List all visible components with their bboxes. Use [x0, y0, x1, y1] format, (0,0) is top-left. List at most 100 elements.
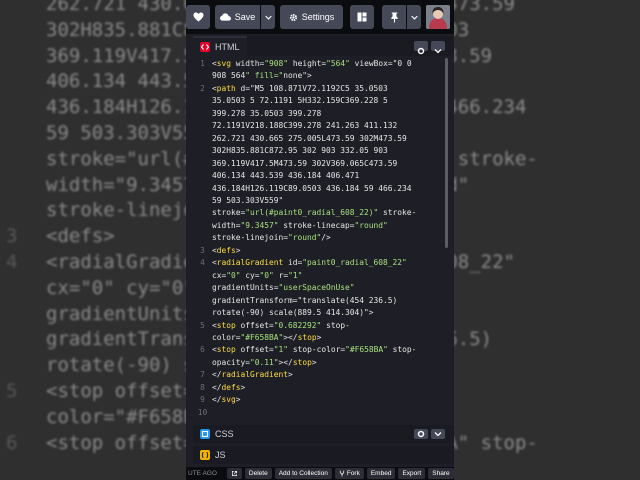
code-text: 399.278 35.0503 399.278 [212, 108, 322, 118]
code-line[interactable]: cx="0" cy="0" r="1" [193, 270, 445, 282]
css-editor-header[interactable]: CSS [193, 425, 454, 443]
code-line[interactable]: 59 503.303V559" [193, 195, 445, 207]
top-toolbar: Save Settings [186, 0, 454, 34]
save-label: Save [234, 12, 256, 22]
save-button[interactable]: Save [215, 5, 260, 29]
code-text: 436.184H126.119C89.0503 436.184 59 466.2… [212, 183, 412, 193]
code-line[interactable]: 262.721 430.665 275.005L473.59 302M473.5… [193, 133, 445, 145]
code-line[interactable]: width="9.3457" stroke-linecap="round" [193, 220, 445, 232]
code-line[interactable]: 1 <svg width="908" height="564" viewBox="… [193, 58, 445, 70]
avatar[interactable] [426, 5, 450, 29]
cloud-icon [219, 13, 231, 21]
code-line[interactable]: opacity="0.11"></stop> [193, 357, 445, 369]
code-line[interactable]: 72.1191V218.188C399.278 241.263 411.132 [193, 120, 445, 132]
chevron-down-icon [434, 49, 442, 54]
css-tab-label: CSS [215, 429, 234, 439]
code-line[interactable]: 5 <stop offset="0.682292" stop- [193, 320, 445, 332]
code-text: color="#F658BA"></stop> [212, 332, 322, 342]
code-line[interactable]: gradientUnits="userSpaceOnUse" [193, 282, 445, 294]
background-line-number: 4 [6, 250, 18, 273]
code-line[interactable]: 9 </svg> [193, 394, 445, 406]
layout-button[interactable] [350, 5, 374, 29]
tab-html[interactable]: HTML [193, 36, 247, 56]
settings-label: Settings [301, 12, 335, 22]
code-line[interactable]: 436.184H126.119C89.0503 436.184 59 466.2… [193, 183, 445, 195]
line-number [193, 307, 212, 319]
codepen-editor-panel: Save Settings HTML 1 <svg width="908" he… [186, 0, 454, 480]
code-text: 908 564" fill="none"> [212, 71, 312, 81]
code-text: <svg width="908" height="564" viewBox="0… [212, 59, 412, 68]
code-text: width="9.3457" stroke-linecap="round" [212, 220, 388, 230]
code-line[interactable]: 4 <radialGradient id="paint0_radial_608_2… [193, 257, 445, 269]
code-text: 406.134 443.539 436.184 406.471 [212, 171, 360, 181]
code-text: gradientTransform="translate(454 236.5) [212, 295, 398, 305]
code-text: opacity="0.11"></stop> [212, 357, 317, 367]
delete-button[interactable]: Delete [244, 468, 272, 479]
pin-button[interactable] [382, 5, 406, 29]
code-text: </svg> [212, 395, 241, 405]
export-button[interactable]: Export [398, 468, 426, 479]
code-line[interactable]: 35.0503 5 72.1191 5H332.159C369.228 5 [193, 95, 445, 107]
code-line[interactable]: 3 <defs> [193, 245, 445, 257]
code-line[interactable]: 302H835.881C872.95 302 903 332.05 903 [193, 145, 445, 157]
code-line[interactable]: 369.119V417.5M473.59 302V369.065C473.59 [193, 158, 445, 170]
code-text: 72.1191V218.188C399.278 241.263 411.132 [212, 121, 398, 131]
js-icon [200, 450, 210, 460]
code-line[interactable]: 2 <path d="M5 108.871V72.1192C5 35.0503 [193, 83, 445, 95]
line-number [193, 357, 212, 369]
settings-button[interactable]: Settings [280, 5, 343, 29]
external-link-button[interactable] [226, 468, 242, 479]
css-settings-button[interactable] [414, 429, 428, 439]
last-saved-text: UTE AGO [188, 470, 217, 477]
code-line[interactable]: 10 [193, 407, 445, 419]
line-number [193, 158, 212, 170]
code-line[interactable]: 7 </radialGradient> [193, 369, 445, 381]
css-collapse-button[interactable] [431, 429, 445, 439]
background-line-number: 6 [6, 431, 18, 454]
code-line[interactable]: 908 564" fill="none"> [193, 70, 445, 82]
code-line[interactable]: 406.134 443.539 436.184 406.471 [193, 170, 445, 182]
line-number [193, 145, 212, 157]
code-text: </defs> [212, 382, 246, 392]
heart-button[interactable] [186, 5, 210, 29]
line-number [193, 170, 212, 182]
css-icon [200, 429, 210, 439]
line-number [193, 332, 212, 344]
gear-icon [289, 13, 297, 21]
share-button[interactable]: Share [428, 468, 454, 479]
fork-button[interactable]: Fork [334, 468, 364, 479]
code-text: 59 503.303V559" [212, 195, 284, 205]
html-settings-button[interactable] [414, 41, 428, 55]
embed-button[interactable]: Embed [366, 468, 396, 479]
line-number: 1 [200, 59, 205, 68]
fork-icon [339, 470, 344, 477]
line-number [193, 183, 212, 195]
code-text: 35.0503 5 72.1191 5H332.159C369.228 5 [212, 96, 388, 106]
code-text: <stop offset="1" stop-color="#F658BA" st… [212, 345, 417, 355]
add-to-collection-button[interactable]: Add to Collection [274, 468, 332, 479]
background-line-number: 5 [6, 379, 18, 402]
user-avatar-icon [426, 5, 450, 29]
fork-label: Fork [346, 470, 360, 477]
code-text: 302H835.881C872.95 302 903 332.05 903 [212, 146, 388, 156]
line-number: 6 [200, 345, 205, 355]
code-scrollbar[interactable] [445, 58, 448, 248]
code-line[interactable]: color="#F658BA"></stop> [193, 332, 445, 344]
save-dropdown-button[interactable] [261, 5, 275, 29]
code-line[interactable]: rotate(-90) scale(889.5 414.304)"> [193, 307, 445, 319]
code-line[interactable]: gradientTransform="translate(454 236.5) [193, 295, 445, 307]
code-line[interactable]: 8 </defs> [193, 382, 445, 394]
html-code-editor[interactable]: 1 <svg width="908" height="564" viewBox="… [193, 58, 445, 420]
code-line[interactable]: 6 <stop offset="1" stop-color="#F658BA" s… [193, 344, 445, 356]
gear-icon [417, 47, 425, 55]
js-editor-header[interactable]: JS [193, 446, 454, 464]
code-text: cx="0" cy="0" r="1" [212, 270, 303, 280]
code-line[interactable]: stroke="url(#paint0_radial_608_22)" stro… [193, 207, 445, 219]
line-number [193, 282, 212, 294]
line-number [193, 207, 212, 219]
bottom-action-bar: UTE AGO Delete Add to Collection Fork Em… [186, 467, 454, 480]
code-line[interactable]: 399.278 35.0503 399.278 [193, 108, 445, 120]
code-line[interactable]: stroke-linejoin="round"/> [193, 232, 445, 244]
html-collapse-button[interactable] [431, 41, 445, 54]
pin-dropdown-button[interactable] [407, 5, 421, 29]
